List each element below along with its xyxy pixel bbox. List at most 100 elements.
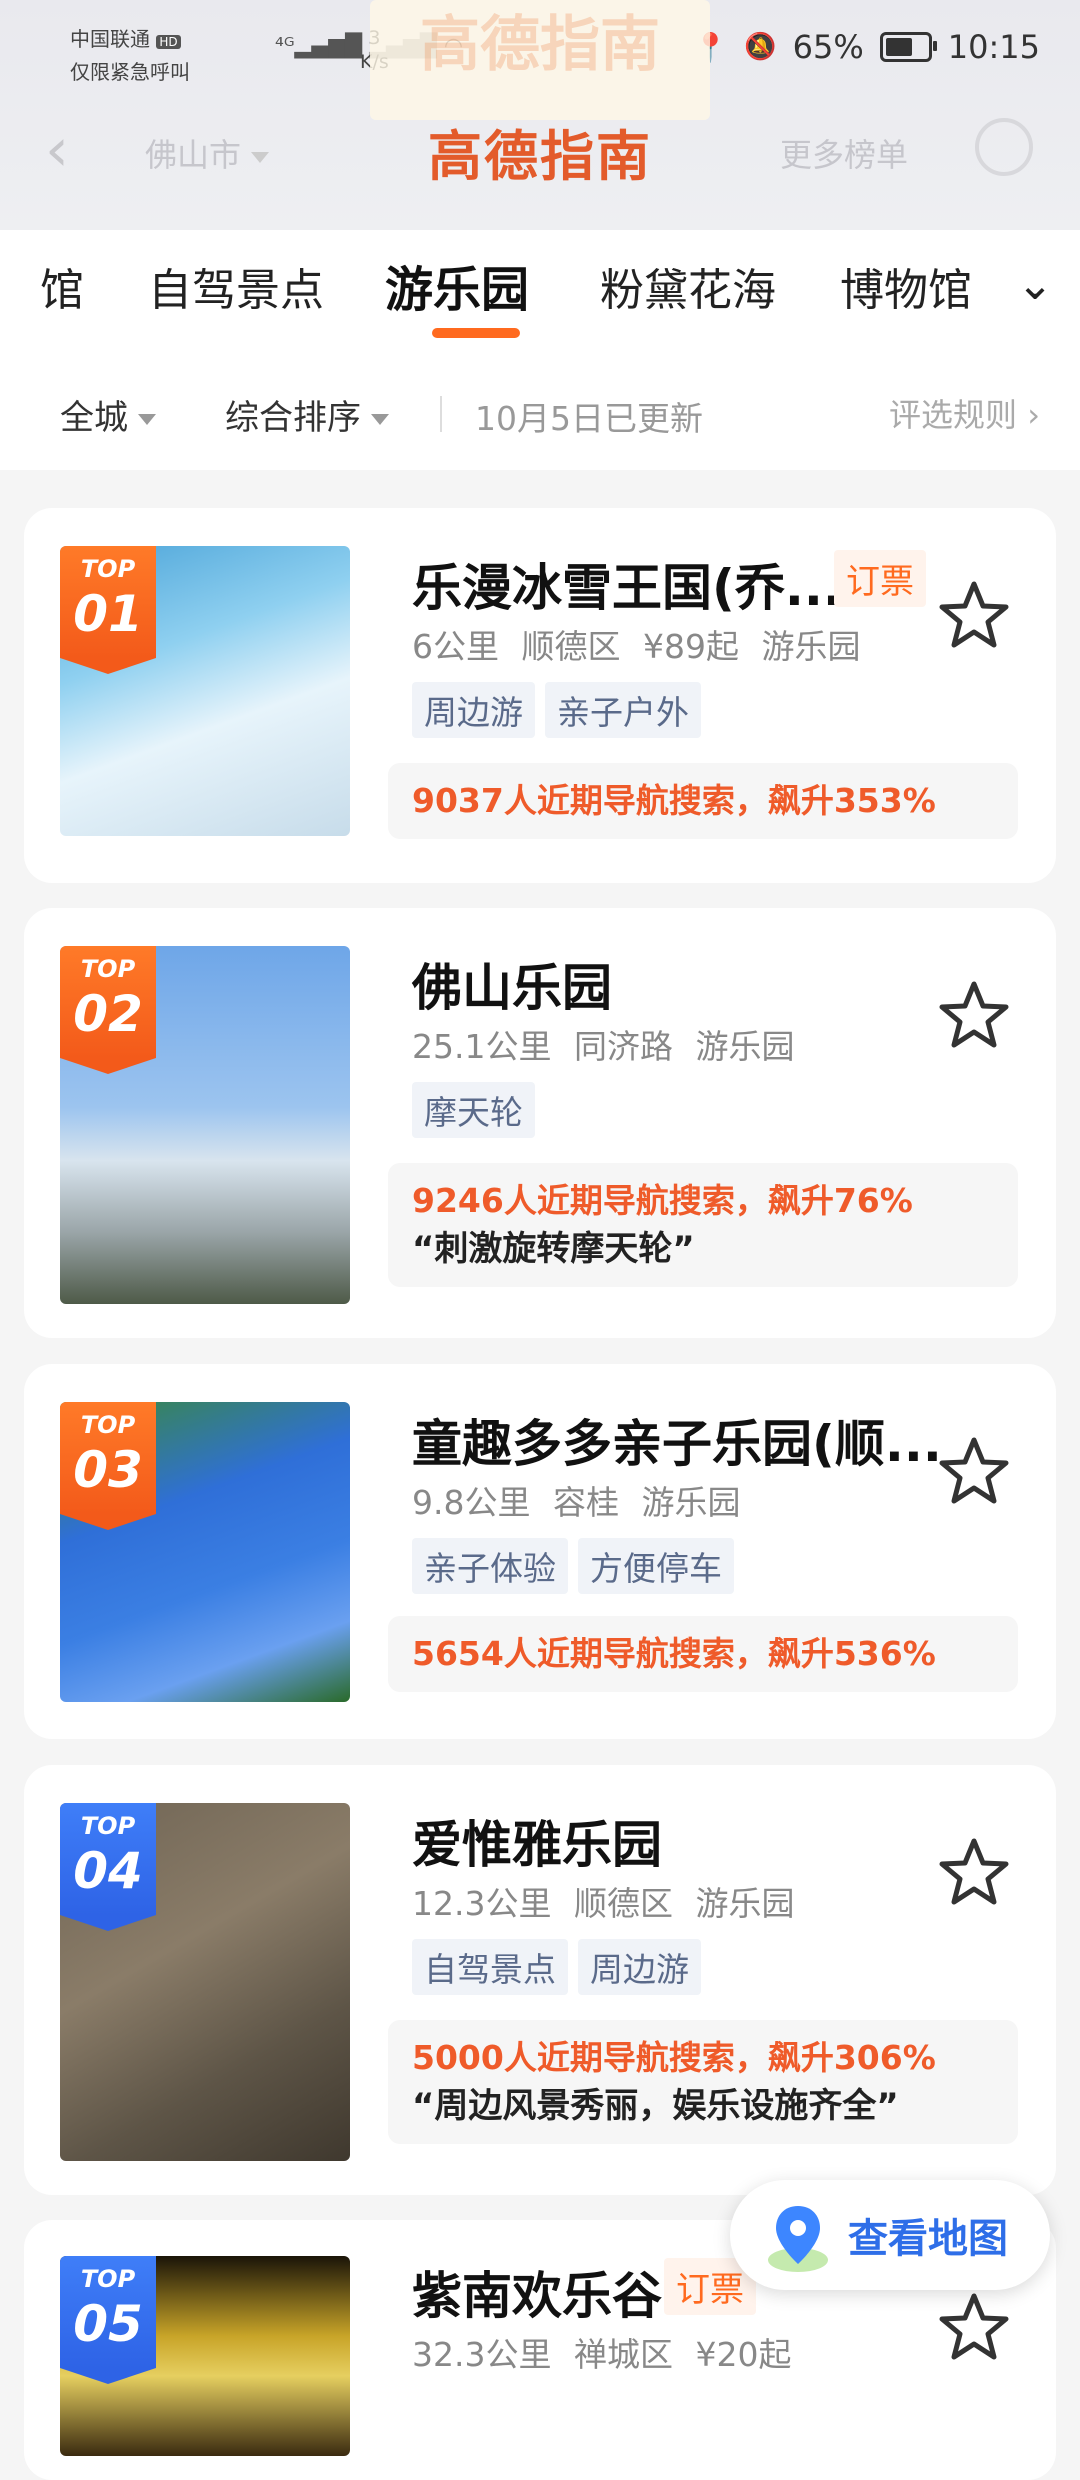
review-quote: “周边风景秀丽，娱乐设施齐全” — [412, 2086, 899, 2126]
rank-badge: TOP 04 — [60, 1803, 156, 1931]
place-title[interactable]: 紫南欢乐谷 — [412, 2256, 662, 2328]
tag: 方便停车 — [578, 1538, 734, 1594]
place-title[interactable]: 乐漫冰雪王国(乔... — [412, 548, 842, 620]
clock: 10:15 — [947, 28, 1040, 66]
tab-partial-museum[interactable]: 馆 — [40, 254, 84, 318]
search-trend-text: 9037人近期导航搜索，飙升353% — [412, 781, 936, 820]
review-quote: “刺激旋转摩天轮” — [412, 1229, 695, 1269]
tab-amusement-park[interactable]: 游乐园 — [385, 250, 529, 320]
favorite-star-icon[interactable] — [934, 976, 1014, 1056]
search-trend-box: 9246人近期导航搜索，飙升76% “刺激旋转摩天轮” — [388, 1163, 1018, 1287]
place-title[interactable]: 佛山乐园 — [412, 948, 612, 1020]
map-pin-icon — [768, 2206, 828, 2272]
tag: 自驾景点 — [412, 1939, 568, 1995]
search-trend-text: 5654人近期导航搜索，飙升536% — [412, 1634, 936, 1673]
city-label: 佛山市 — [145, 136, 242, 174]
place-meta: 32.3公里 禅城区 ¥20起 — [412, 2335, 792, 2374]
share-icon[interactable] — [975, 118, 1033, 176]
rank-number: 01 — [73, 585, 143, 643]
rank-label: TOP — [80, 1812, 136, 1840]
tag-list: 周边游 亲子户外 — [412, 682, 701, 738]
chevron-down-icon: ⌄ — [1016, 259, 1054, 310]
tab-museum[interactable]: 博物馆 — [840, 254, 972, 318]
search-trend-box: 5654人近期导航搜索，飙升536% — [388, 1616, 1018, 1692]
favorite-star-icon[interactable] — [934, 576, 1014, 656]
tab-pink-grass[interactable]: 粉黛花海 — [600, 254, 776, 318]
ranking-card[interactable]: TOP 04 爱惟雅乐园 12.3公里 顺德区 游乐园 自驾景点 周边游 5000… — [24, 1765, 1056, 2195]
place-meta: 25.1公里 同济路 游乐园 — [412, 1027, 795, 1066]
carrier-name: 中国联通 — [70, 27, 150, 51]
area-filter[interactable]: 全城 — [60, 390, 156, 439]
caret-down-icon — [251, 151, 270, 163]
battery-icon — [879, 32, 937, 62]
rank-label: TOP — [80, 955, 136, 983]
banner-ghost-title: 高德指南 — [370, 0, 710, 120]
rank-badge: TOP 05 — [60, 2256, 156, 2384]
rank-label: TOP — [80, 555, 136, 583]
hd-badge: HD — [156, 35, 181, 49]
search-trend-text: 5000人近期导航搜索，飙升306% — [412, 2038, 936, 2077]
tag: 亲子体验 — [412, 1538, 568, 1594]
mute-icon: 🔕 — [744, 32, 777, 62]
more-rankings-link[interactable]: 更多榜单 — [780, 130, 908, 176]
search-trend-box: 9037人近期导航搜索，飙升353% — [388, 763, 1018, 839]
place-thumbnail: TOP 05 — [60, 2256, 350, 2456]
ranking-card[interactable]: TOP 03 童趣多多亲子乐园(顺... 9.8公里 容桂 游乐园 亲子体验 方便… — [24, 1364, 1056, 1739]
place-meta: 6公里 顺德区 ¥89起 游乐园 — [412, 627, 861, 666]
tag: 周边游 — [412, 682, 535, 738]
area-filter-label: 全城 — [60, 398, 128, 438]
favorite-star-icon[interactable] — [934, 1432, 1014, 1512]
favorite-star-icon[interactable] — [934, 1833, 1014, 1913]
filter-divider — [440, 396, 442, 432]
search-trend-box: 5000人近期导航搜索，飙升306% “周边风景秀丽，娱乐设施齐全” — [388, 2020, 1018, 2144]
place-title[interactable]: 童趣多多亲子乐园(顺... — [412, 1404, 942, 1476]
signal-4g-icon: ⁴ᴳ▂▄▆█ — [275, 34, 363, 59]
battery-percent: 65% — [792, 28, 864, 66]
place-title[interactable]: 爱惟雅乐园 — [412, 1805, 662, 1877]
view-map-label: 查看地图 — [848, 2216, 1008, 2262]
place-thumbnail: TOP 02 — [60, 946, 350, 1304]
view-map-button[interactable]: 查看地图 — [730, 2180, 1050, 2290]
rank-badge: TOP 02 — [60, 946, 156, 1074]
tag-list: 自驾景点 周边游 — [412, 1939, 701, 1995]
chevron-right-icon: › — [1027, 396, 1040, 434]
rank-badge: TOP 03 — [60, 1402, 156, 1530]
search-trend-text: 9246人近期导航搜索，飙升76% — [412, 1181, 913, 1220]
tag: 亲子户外 — [545, 682, 701, 738]
updated-date: 10月5日已更新 — [475, 399, 703, 438]
rank-number: 02 — [73, 985, 143, 1043]
place-meta: 12.3公里 顺德区 游乐园 — [412, 1884, 795, 1923]
rules-label: 评选规则 — [889, 396, 1018, 434]
carrier-info: 中国联通 HD 仅限紧急呼叫 — [70, 24, 190, 87]
rank-badge: TOP 01 — [60, 546, 156, 674]
rank-label: TOP — [80, 2265, 136, 2293]
place-thumbnail: TOP 01 — [60, 546, 350, 836]
place-thumbnail: TOP 04 — [60, 1803, 350, 2161]
caret-down-icon — [138, 414, 156, 425]
ranking-card[interactable]: TOP 01 乐漫冰雪王国(乔... 订票 6公里 顺德区 ¥89起 游乐园 周… — [24, 508, 1056, 883]
rank-number: 05 — [73, 2295, 143, 2353]
ranking-card[interactable]: TOP 02 佛山乐园 25.1公里 同济路 游乐园 摩天轮 9246人近期导航… — [24, 908, 1056, 1338]
tag: 摩天轮 — [412, 1082, 535, 1138]
place-thumbnail: TOP 03 — [60, 1402, 350, 1702]
city-selector[interactable]: 佛山市 — [145, 130, 270, 176]
emergency-only-label: 仅限紧急呼叫 — [70, 60, 190, 84]
header: 中国联通 HD 仅限紧急呼叫 ⁴ᴳ▂▄▆█ ▂▄▆█ ◠ 3 K/s 📍 🔕 6… — [0, 0, 1080, 230]
back-button[interactable]: ‹ — [45, 120, 69, 180]
sort-filter-label: 综合排序 — [225, 398, 361, 438]
sort-filter[interactable]: 综合排序 — [225, 390, 389, 439]
category-tabs: 馆 自驾景点 游乐园 粉黛花海 博物馆 ⌄ — [0, 230, 1080, 370]
selection-rules-link[interactable]: 评选规则 › — [889, 390, 1040, 436]
tag-list: 亲子体验 方便停车 — [412, 1538, 734, 1594]
favorite-star-icon[interactable] — [934, 2288, 1014, 2368]
rank-label: TOP — [80, 1411, 136, 1439]
status-right: 📍 🔕 65% 10:15 — [693, 28, 1040, 66]
book-ticket-badge[interactable]: 订票 — [834, 550, 926, 607]
caret-down-icon — [371, 414, 389, 425]
guide-banner: 高德指南 高德指南 — [370, 0, 710, 188]
rank-number: 03 — [73, 1441, 143, 1499]
tag-list: 摩天轮 — [412, 1082, 535, 1138]
tag: 周边游 — [578, 1939, 701, 1995]
tab-self-drive[interactable]: 自驾景点 — [148, 254, 324, 318]
expand-tabs-button[interactable]: ⌄ — [990, 230, 1080, 330]
